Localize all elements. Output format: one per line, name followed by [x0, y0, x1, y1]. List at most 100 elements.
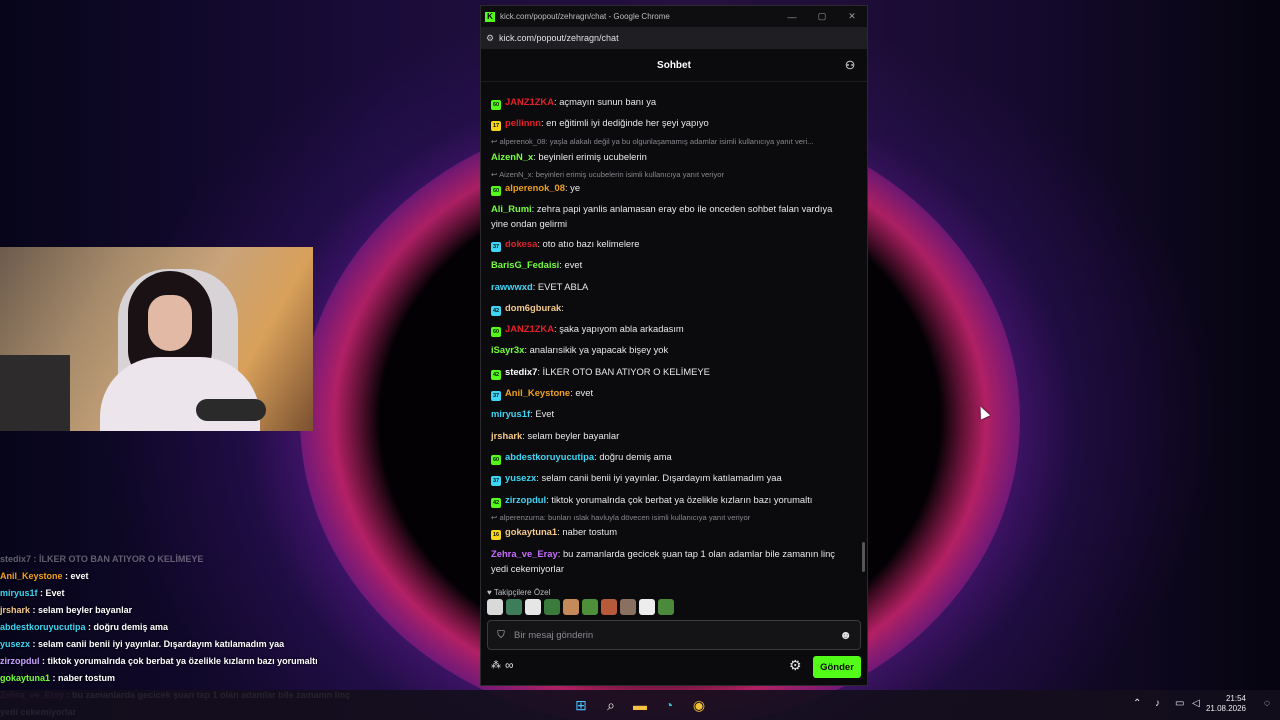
emote-icon[interactable]: [620, 599, 636, 615]
file-explorer-icon[interactable]: ▬: [631, 696, 649, 714]
chat-message-text: selam canii benii iyi yayınlar. Dışarday…: [541, 472, 782, 483]
chat-message-text: evet: [564, 259, 583, 270]
address-url[interactable]: kick.com/popout/zehragn/chat: [499, 33, 619, 43]
microphone-icon[interactable]: ♪: [1155, 698, 1160, 709]
chat-username[interactable]: pellinnn: [505, 117, 541, 128]
chat-username[interactable]: Anil_Keystone: [505, 387, 570, 398]
reply-context[interactable]: ↩ alperenok_08: yaşla alakalı değil ya b…: [491, 137, 856, 146]
site-settings-icon[interactable]: ⚙: [481, 33, 499, 44]
volume-icon[interactable]: ◁: [1192, 698, 1200, 709]
subscriber-badge[interactable]: 60: [491, 455, 501, 465]
chat-username[interactable]: JANZ1ZKA: [505, 96, 554, 107]
gear-icon[interactable]: ⚙: [789, 657, 802, 674]
reply-text: alperenok_08: yaşla alakalı değil ya bu …: [499, 137, 814, 146]
chat-username[interactable]: Ali_Rumi: [491, 203, 532, 214]
chat-username[interactable]: abdestkoruyucutipa: [505, 451, 594, 462]
overlay-separator: :: [30, 605, 39, 615]
chat-username[interactable]: iSayr3x: [491, 344, 524, 355]
chat-message: jrshark: selam beyler bayanlar: [491, 428, 851, 443]
chat-username[interactable]: jrshark: [491, 430, 522, 441]
emote-icon[interactable]: [563, 599, 579, 615]
subscriber-badge[interactable]: 16: [491, 530, 501, 540]
chat-title: Sohbet: [657, 59, 691, 71]
chat-message-text: EVET ABLA: [537, 281, 589, 292]
chat-username[interactable]: dokesa: [505, 238, 537, 249]
subscriber-badge[interactable]: 60: [491, 327, 501, 337]
chat-message: 60 alperenok_08: ye: [491, 180, 851, 196]
network-icon[interactable]: ▭: [1175, 698, 1184, 709]
chat-message: 42 stedix7: İLKER OTO BAN ATIYOR O KELİME…: [491, 364, 851, 380]
emote-icon[interactable]: [544, 599, 560, 615]
infinity-icon[interactable]: ∞: [505, 658, 514, 672]
windows-start-icon[interactable]: ⊞: [572, 696, 590, 714]
reply-context[interactable]: ↩ AizenN_x: beyinleri erimiş ucubelerin …: [491, 170, 856, 179]
reply-context[interactable]: ↩ alperenzurna: bunları ıslak havluyla d…: [491, 513, 856, 522]
chat-message-text: naber tostum: [562, 526, 618, 537]
subscriber-badge[interactable]: 42: [491, 498, 501, 508]
emote-icon[interactable]: [639, 599, 655, 615]
chat-username[interactable]: zirzopdul: [505, 494, 546, 505]
notification-bell-icon[interactable]: ◌: [1264, 698, 1270, 709]
emote-icon[interactable]: [487, 599, 503, 615]
chat-message: 17 pellinnn: en eğitimli iyi dediğinde he…: [491, 115, 851, 131]
chat-message-text: selam beyler bayanlar: [527, 430, 620, 441]
chat-username[interactable]: Zehra_ve_Eray: [491, 548, 558, 559]
shield-icon: ⛉: [497, 629, 505, 641]
emotes-section-label: ♥ Takipçilere Özel: [487, 588, 551, 597]
subscriber-badge[interactable]: 60: [491, 186, 501, 196]
system-clock[interactable]: 21:54 21.08.2026: [1206, 694, 1246, 714]
chat-message: BarisG_Fedaisi: evet: [491, 257, 851, 272]
reply-icon: ↩: [491, 170, 500, 179]
emote-icon[interactable]: [601, 599, 617, 615]
subscriber-badge[interactable]: 37: [491, 476, 501, 486]
chat-input-placeholder[interactable]: Bir mesaj gönderin: [514, 630, 593, 641]
overlay-text: Evet: [45, 588, 65, 598]
chevron-up-icon[interactable]: ⌃: [1133, 698, 1141, 709]
channel-points-icon[interactable]: ⁂: [491, 660, 501, 671]
emote-icon[interactable]: [525, 599, 541, 615]
subscriber-badge[interactable]: 60: [491, 100, 501, 110]
chat-username[interactable]: alperenok_08: [505, 182, 565, 193]
chat-input[interactable]: ⛉ Bir mesaj gönderin ☻: [487, 620, 861, 650]
chat-username[interactable]: gokaytuna1: [505, 526, 557, 537]
chat-username[interactable]: JANZ1ZKA: [505, 323, 554, 334]
maximize-icon[interactable]: ▢: [807, 11, 837, 22]
subscriber-badge[interactable]: 42: [491, 370, 501, 380]
chat-username[interactable]: rawwwxd: [491, 281, 533, 292]
overlay-username: abdestkoruyucutipa: [0, 622, 86, 632]
overlay-separator: :: [50, 673, 59, 683]
chat-username[interactable]: BarisG_Fedaisi: [491, 259, 559, 270]
edge-icon[interactable]: ◔: [660, 696, 678, 714]
chat-username[interactable]: dom6gburak: [505, 302, 561, 313]
clock-time: 21:54: [1225, 694, 1246, 703]
chat-username[interactable]: AizenN_x: [491, 151, 533, 162]
chrome-icon[interactable]: ◉: [690, 696, 708, 714]
chat-scrollbar[interactable]: [862, 542, 865, 572]
chat-username[interactable]: yusezx: [505, 472, 536, 483]
send-button[interactable]: Gönder: [813, 656, 861, 678]
chat-message-text: İLKER OTO BAN ATIYOR O KELİMEYE: [542, 366, 710, 377]
browser-window: K kick.com/popout/zehragn/chat - Google …: [480, 5, 868, 686]
close-icon[interactable]: ✕: [837, 11, 867, 22]
overlay-chat-line: gokaytuna1 : naber tostum: [0, 670, 380, 687]
clock-date: 21.08.2026: [1205, 704, 1246, 713]
emoji-picker-icon[interactable]: ☻: [839, 628, 852, 642]
window-titlebar: K kick.com/popout/zehragn/chat - Google …: [481, 6, 867, 27]
chat-message-text: beyinleri erimiş ucubelerin: [538, 151, 647, 162]
chat-message: AizenN_x: beyinleri erimiş ucubelerin: [491, 149, 851, 164]
subscriber-badge[interactable]: 42: [491, 306, 501, 316]
emote-icon[interactable]: [506, 599, 522, 615]
users-icon[interactable]: ⚇: [845, 59, 855, 72]
subscriber-badge[interactable]: 17: [491, 121, 501, 131]
chat-username[interactable]: miryus1f: [491, 408, 530, 419]
address-bar[interactable]: ⚙ kick.com/popout/zehragn/chat: [481, 27, 867, 49]
emote-icon[interactable]: [658, 599, 674, 615]
chat-message-text: açmayın sunun banı ya: [559, 96, 657, 107]
search-icon[interactable]: ⌕: [602, 696, 620, 714]
minimize-icon[interactable]: —: [777, 12, 807, 22]
subscriber-badge[interactable]: 37: [491, 391, 501, 401]
subscriber-badge[interactable]: 37: [491, 242, 501, 252]
emote-icon[interactable]: [582, 599, 598, 615]
username-separator: :: [561, 302, 564, 313]
chat-username[interactable]: stedix7: [505, 366, 537, 377]
